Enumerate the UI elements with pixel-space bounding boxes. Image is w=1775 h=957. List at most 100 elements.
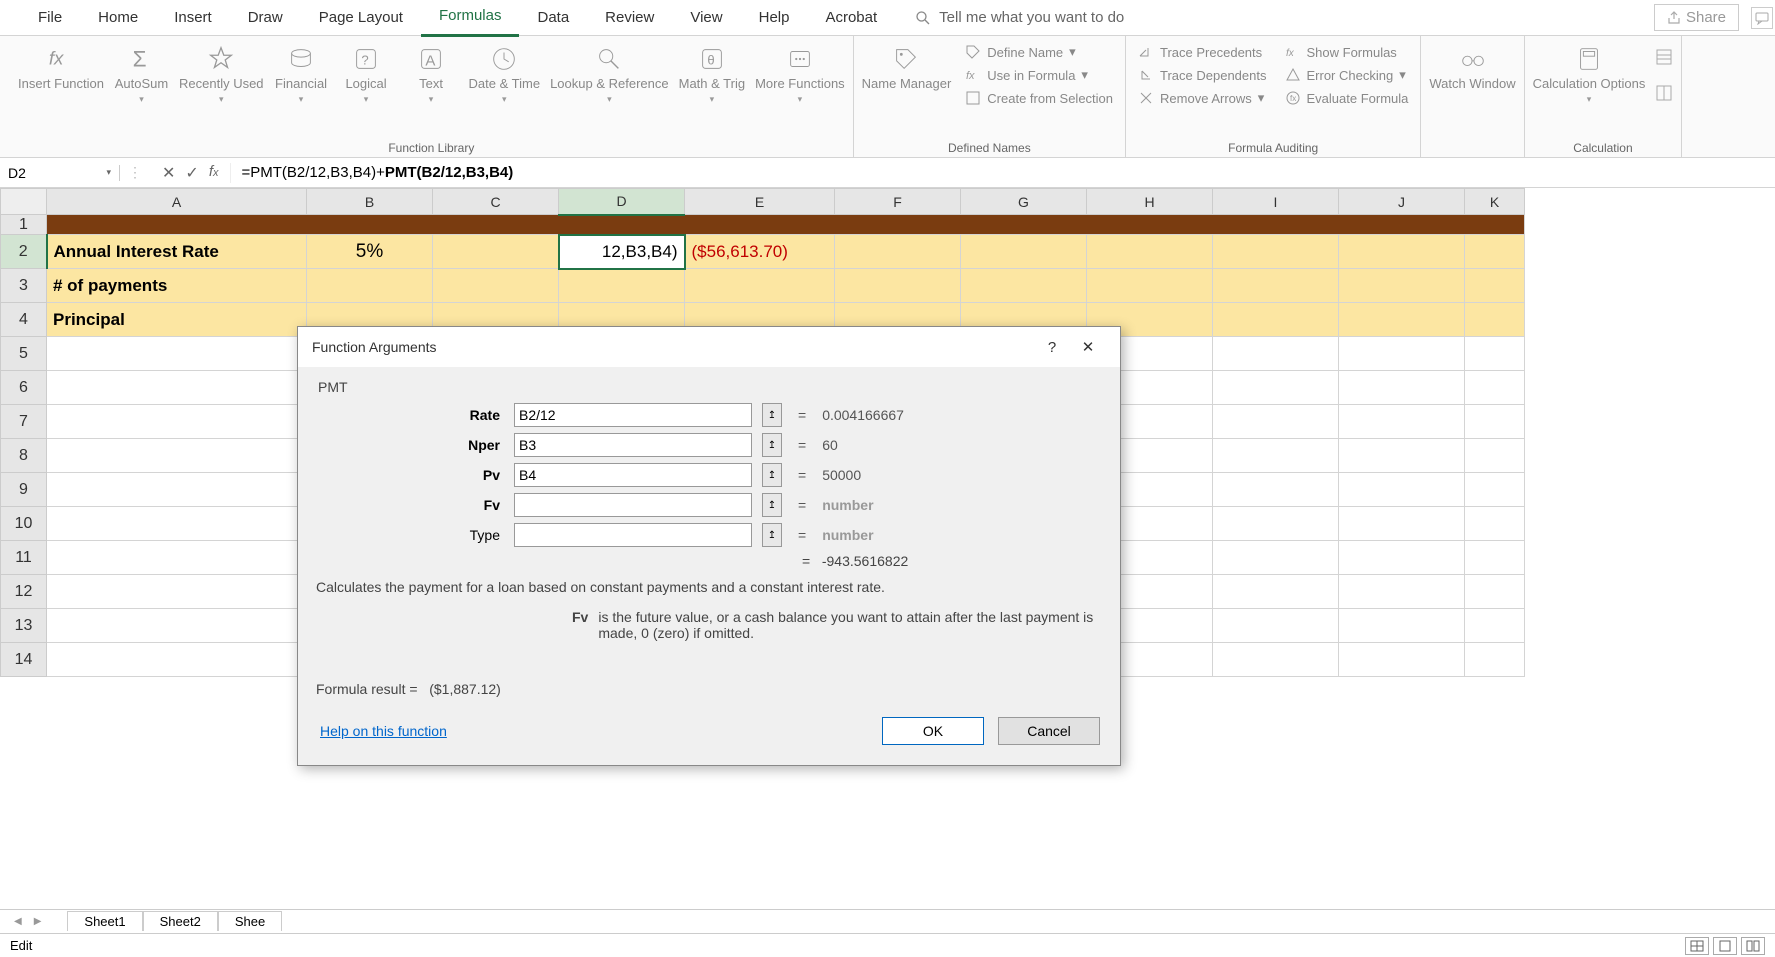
cell[interactable] [559,269,685,303]
cell[interactable] [307,269,433,303]
cell[interactable] [47,575,307,609]
view-page-layout-button[interactable] [1713,937,1737,955]
view-normal-button[interactable] [1685,937,1709,955]
row-header-11[interactable]: 11 [1,541,47,575]
cell[interactable] [47,541,307,575]
cell[interactable] [1465,235,1525,269]
formula-bar-menu[interactable]: ⋮ [120,164,150,181]
cell[interactable] [1465,643,1525,677]
arg-fv-ref-button[interactable]: ↥ [762,493,782,517]
row-header-1[interactable]: 1 [1,215,47,235]
col-header-e[interactable]: E [685,189,835,215]
cell[interactable] [1465,303,1525,337]
cell[interactable] [1339,303,1465,337]
arg-rate-input[interactable] [514,403,752,427]
cell[interactable] [1339,541,1465,575]
cell[interactable] [1465,473,1525,507]
cell[interactable] [1465,575,1525,609]
cell[interactable] [961,235,1087,269]
cell[interactable] [1465,269,1525,303]
row-header-8[interactable]: 8 [1,439,47,473]
text-button[interactable]: A Text▾ [404,42,459,104]
tab-home[interactable]: Home [80,0,156,36]
cell[interactable] [1339,643,1465,677]
sheet-tab-2[interactable]: Sheet2 [143,911,218,931]
cancel-formula-button[interactable]: ✕ [162,163,175,183]
cell[interactable] [1339,473,1465,507]
col-header-a[interactable]: A [47,189,307,215]
calc-sheet-icon[interactable] [1655,84,1673,102]
name-manager-button[interactable]: Name Manager [862,42,952,92]
ok-button[interactable]: OK [882,717,984,745]
cell[interactable] [1213,439,1339,473]
cell[interactable] [1339,235,1465,269]
cell[interactable] [1465,507,1525,541]
cell[interactable] [1339,337,1465,371]
col-header-j[interactable]: J [1339,189,1465,215]
cell-a2[interactable]: Annual Interest Rate [47,235,307,269]
cell[interactable] [1213,405,1339,439]
trace-dependents-button[interactable]: Trace Dependents [1134,65,1270,85]
logical-button[interactable]: ? Logical▾ [339,42,394,104]
enter-formula-button[interactable]: ✓ [185,163,198,183]
cell[interactable] [47,215,1525,235]
cell[interactable] [1465,337,1525,371]
arg-type-input[interactable] [514,523,752,547]
cell[interactable] [1465,371,1525,405]
cell[interactable] [47,371,307,405]
cell-b2[interactable]: 5% [307,235,433,269]
col-header-c[interactable]: C [433,189,559,215]
row-header-2[interactable]: 2 [1,235,47,269]
sheet-nav-prev[interactable]: ◀ [8,916,28,927]
row-header-6[interactable]: 6 [1,371,47,405]
cell[interactable] [1213,303,1339,337]
share-button[interactable]: Share [1654,4,1739,31]
cell[interactable] [1213,643,1339,677]
sheet-tab-3[interactable]: Shee [218,911,282,931]
fx-button[interactable]: fx [209,163,219,183]
row-header-3[interactable]: 3 [1,269,47,303]
cell[interactable] [47,439,307,473]
cell-e2[interactable]: ($56,613.70) [685,235,835,269]
dialog-close-button[interactable]: ✕ [1070,338,1106,356]
cell[interactable] [47,643,307,677]
tab-view[interactable]: View [672,0,740,36]
cell-d2-selected[interactable]: 12,B3,B4) [559,235,685,269]
row-header-7[interactable]: 7 [1,405,47,439]
cell[interactable] [1213,269,1339,303]
sheet-nav-next[interactable]: ▶ [28,916,48,927]
use-in-formula-button[interactable]: fxUse in Formula ▾ [961,65,1117,85]
cell[interactable] [1339,371,1465,405]
row-header-9[interactable]: 9 [1,473,47,507]
tab-file[interactable]: File [20,0,80,36]
cancel-button[interactable]: Cancel [998,717,1100,745]
autosum-button[interactable]: Σ AutoSum▾ [114,42,169,104]
financial-button[interactable]: Financial▾ [274,42,329,104]
select-all-corner[interactable] [1,189,47,215]
tab-insert[interactable]: Insert [156,0,230,36]
cell[interactable] [1213,507,1339,541]
cell[interactable] [835,269,961,303]
cell[interactable] [685,269,835,303]
comments-button[interactable] [1751,7,1773,29]
arg-nper-ref-button[interactable]: ↥ [762,433,782,457]
arg-fv-input[interactable] [514,493,752,517]
cell[interactable] [433,269,559,303]
cell[interactable] [961,269,1087,303]
recently-used-button[interactable]: Recently Used▾ [179,42,264,104]
row-header-10[interactable]: 10 [1,507,47,541]
col-header-i[interactable]: I [1213,189,1339,215]
cell[interactable] [835,235,961,269]
cell[interactable] [47,337,307,371]
tab-acrobat[interactable]: Acrobat [807,0,895,36]
watch-window-button[interactable]: Watch Window [1429,42,1515,92]
cell[interactable] [1339,609,1465,643]
col-header-g[interactable]: G [961,189,1087,215]
row-header-4[interactable]: 4 [1,303,47,337]
sheet-tab-1[interactable]: Sheet1 [67,911,142,931]
tab-formulas[interactable]: Formulas [421,0,520,37]
evaluate-formula-button[interactable]: fxEvaluate Formula [1281,88,1413,108]
arg-nper-input[interactable] [514,433,752,457]
col-header-b[interactable]: B [307,189,433,215]
cell[interactable] [1339,575,1465,609]
